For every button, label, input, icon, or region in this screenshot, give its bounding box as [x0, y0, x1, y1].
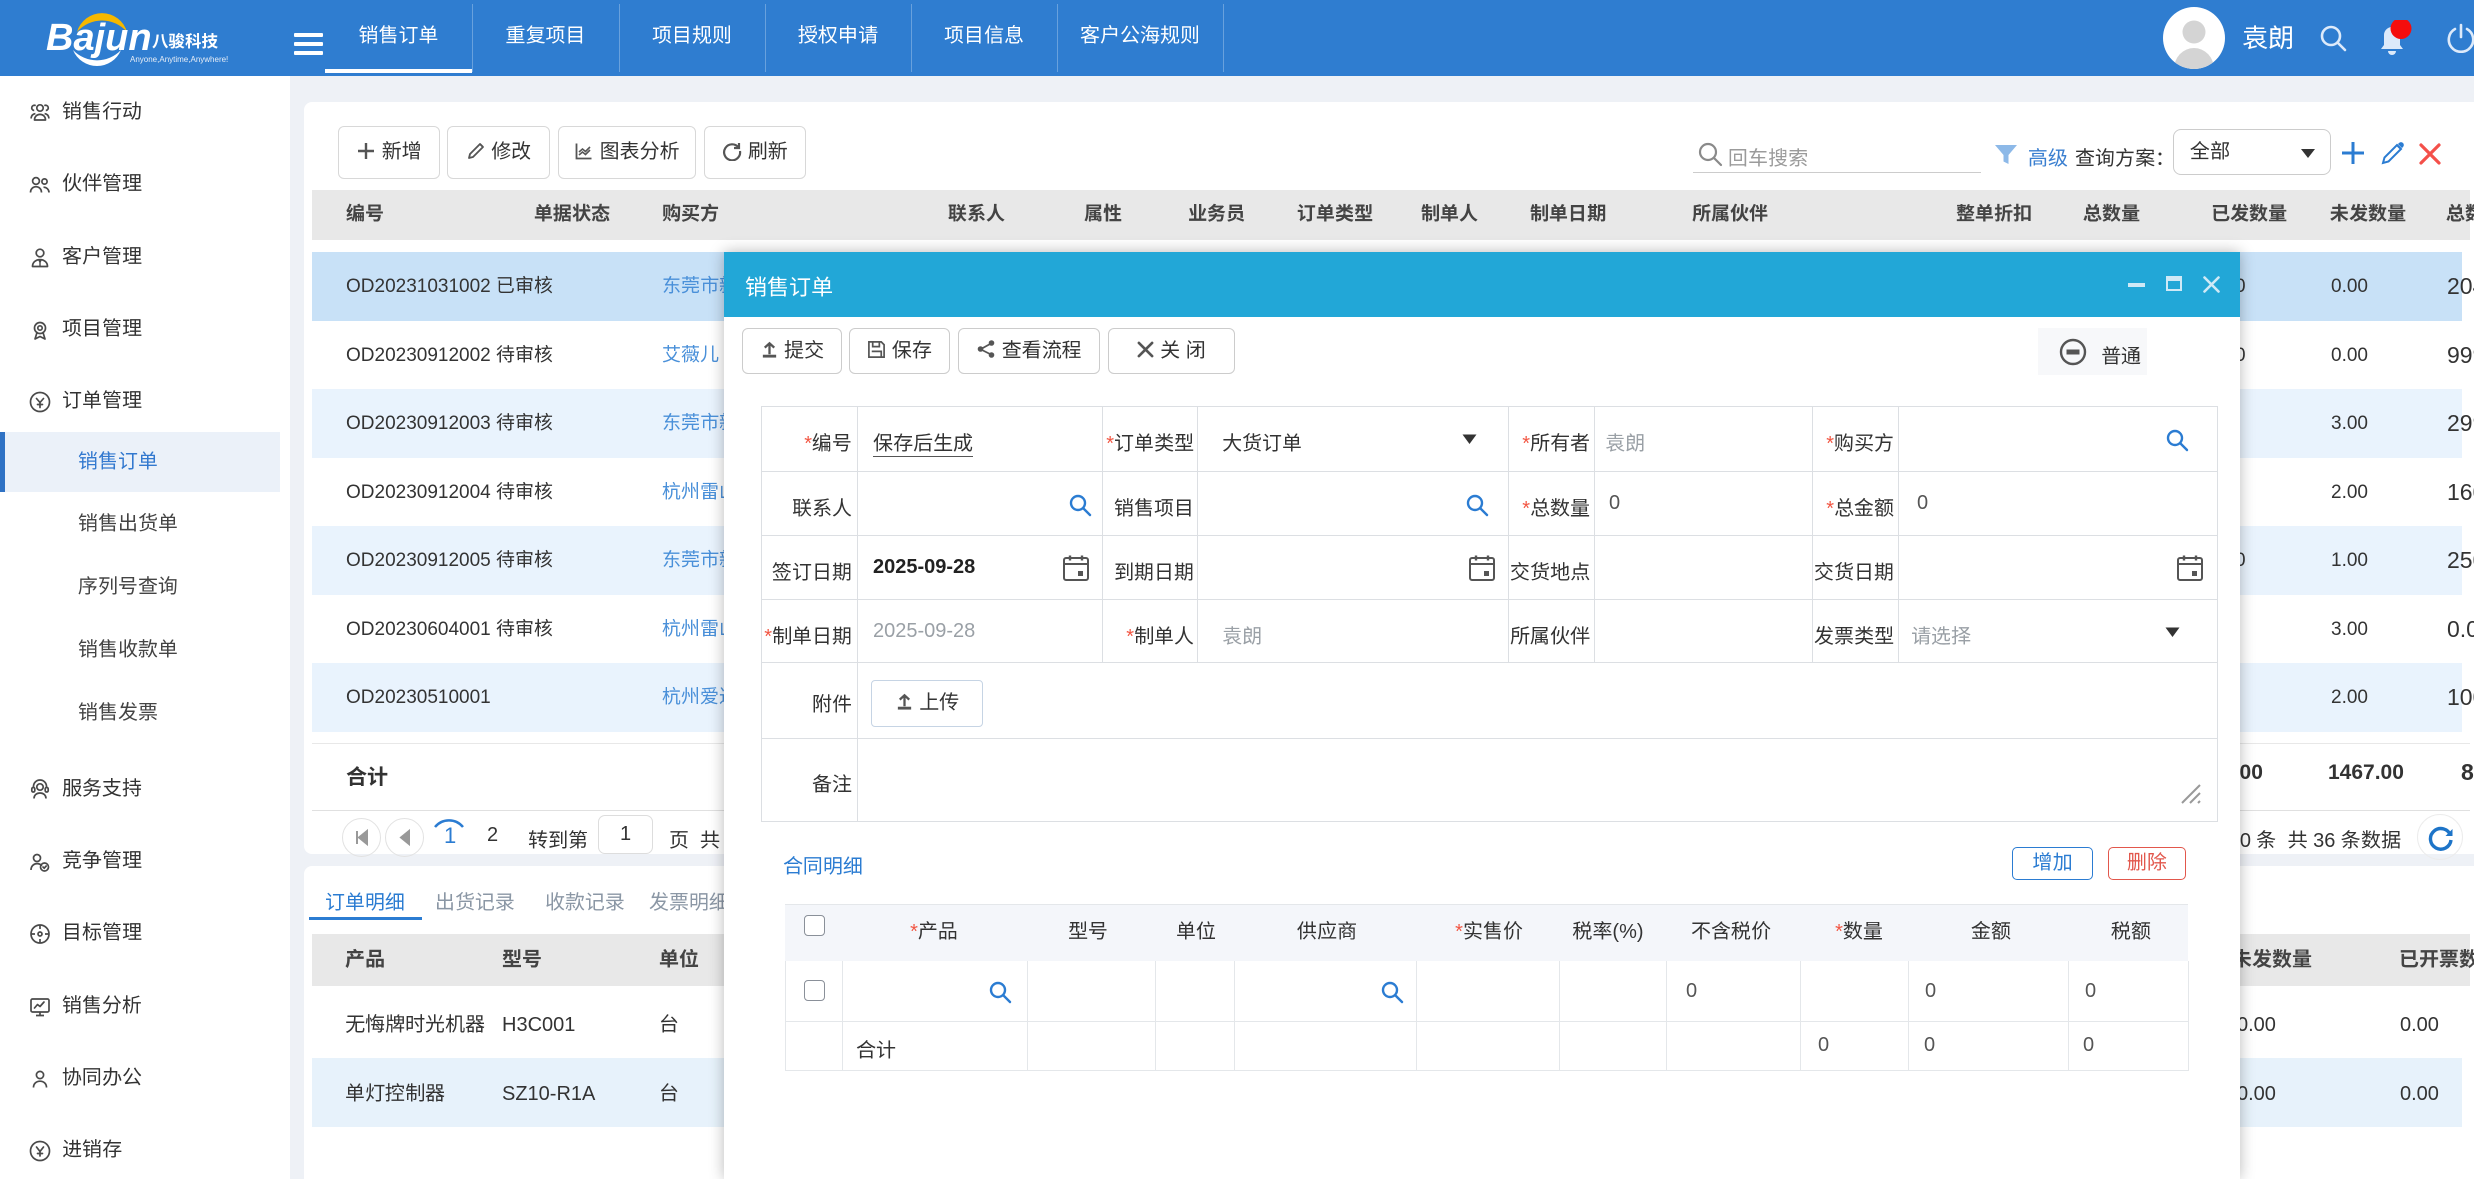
svg-text:Anyone,Anytime,Anywhere!: Anyone,Anytime,Anywhere!: [130, 55, 228, 64]
svg-text:Bajun: Bajun: [46, 17, 152, 59]
svg-text:八骏科技: 八骏科技: [152, 33, 219, 51]
